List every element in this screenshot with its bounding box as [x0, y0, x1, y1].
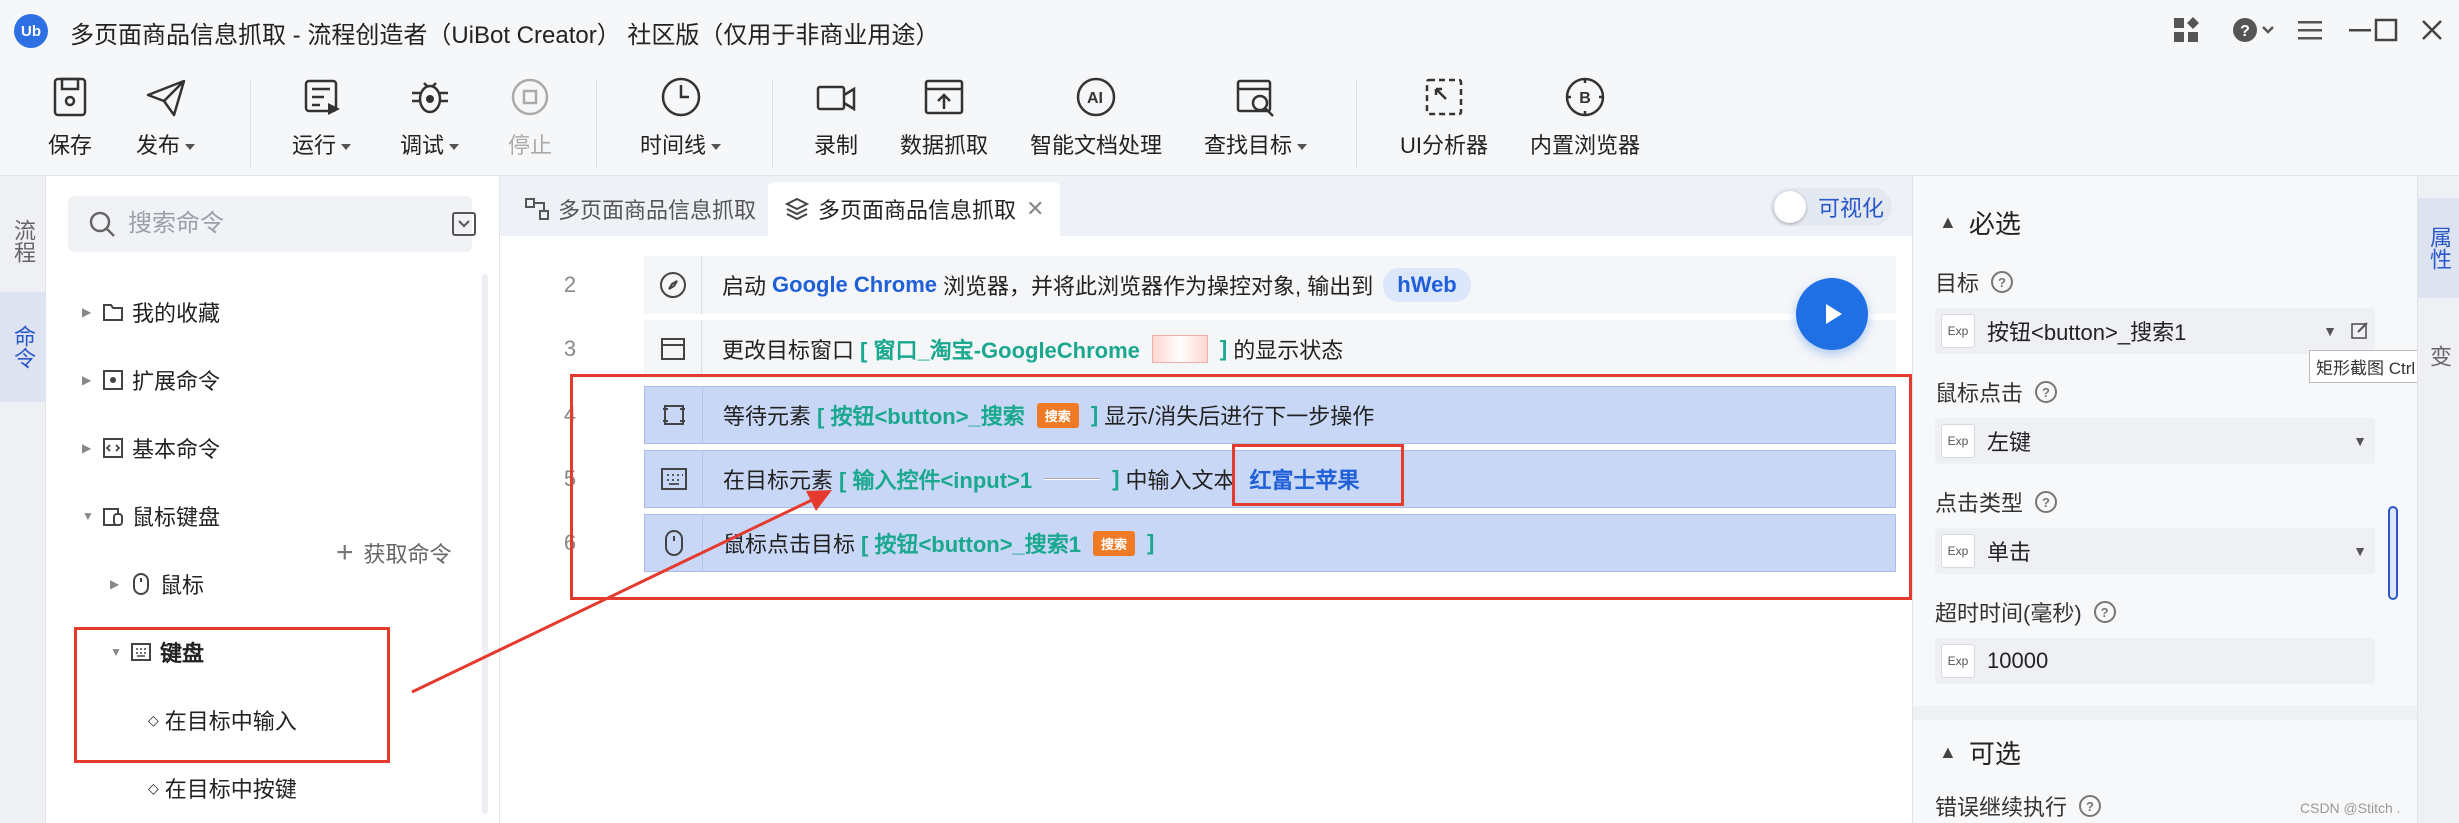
expression-toggle[interactable]: Exp [1941, 424, 1975, 458]
right-rail: 属性 变 [2417, 176, 2459, 823]
required-section-header[interactable]: ▲ 必选 [1939, 204, 2021, 241]
properties-panel: ▲ 必选 目标 ? Exp 按钮<button>_搜索1 ▼ 矩形截图 Ctrl… [1912, 176, 2456, 823]
timeout-input[interactable]: Exp 10000 [1935, 638, 2375, 684]
rail-tab-attributes[interactable]: 属性 [2418, 198, 2459, 298]
timeout-label: 超时时间(毫秒) ? [1935, 596, 2116, 628]
chevron-up-icon: ▲ [1939, 212, 1957, 232]
expression-toggle[interactable]: Exp [1941, 534, 1975, 568]
help-icon[interactable]: ? [2079, 795, 2102, 817]
properties-scrollbar[interactable] [2386, 190, 2398, 810]
mouse-click-select[interactable]: Exp 左键 ▼ [1935, 418, 2375, 464]
target-label: 目标 ? [1935, 266, 2014, 298]
watermark: CSDN @Stitch . [2300, 800, 2401, 816]
chevron-down-icon[interactable]: ▼ [2345, 543, 2375, 559]
chevron-down-icon[interactable]: ▼ [2315, 323, 2345, 339]
optional-section-header[interactable]: ▲ 可选 [1939, 734, 2021, 771]
mouse-click-label: 鼠标点击 ? [1935, 376, 2058, 408]
chevron-up-icon: ▲ [1939, 742, 1957, 762]
rail-tab-variables[interactable]: 变 [2418, 316, 2459, 396]
error-continue-label: 错误继续执行 ? [1935, 790, 2102, 822]
click-type-label: 点击类型 ? [1935, 486, 2058, 518]
help-icon[interactable]: ? [1991, 271, 2014, 293]
help-icon[interactable]: ? [2035, 381, 2058, 403]
click-type-select[interactable]: Exp 单击 ▼ [1935, 528, 2375, 574]
help-icon[interactable]: ? [2093, 601, 2116, 623]
expression-toggle[interactable]: Exp [1941, 314, 1975, 348]
chevron-down-icon[interactable]: ▼ [2345, 433, 2375, 449]
target-field[interactable]: Exp 按钮<button>_搜索1 ▼ [1935, 308, 2375, 354]
edit-icon[interactable] [2345, 320, 2375, 343]
expression-toggle[interactable]: Exp [1941, 644, 1975, 678]
help-icon[interactable]: ? [2035, 491, 2058, 513]
